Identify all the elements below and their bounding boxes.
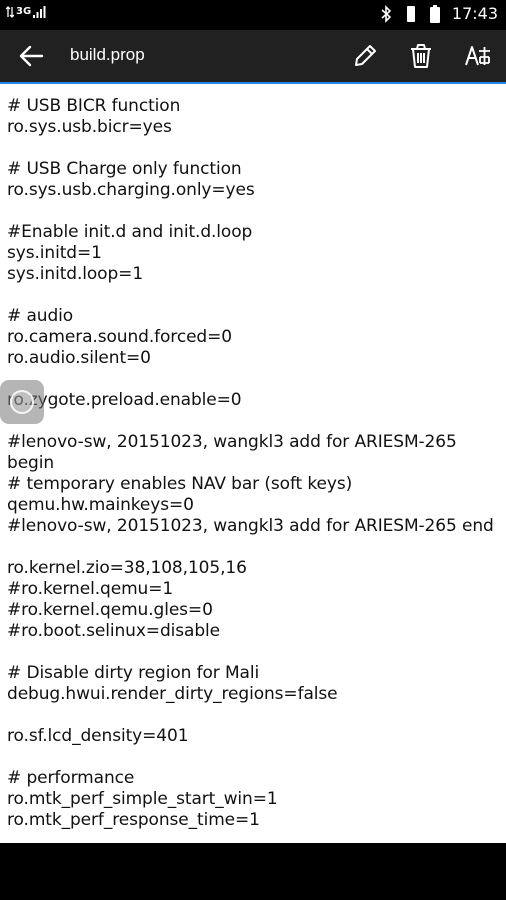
clock: 17:43 — [451, 4, 498, 23]
back-button[interactable] — [18, 44, 46, 68]
text-line: #ro.kernel.qemu=1 — [7, 579, 174, 599]
edit-button[interactable] — [352, 43, 378, 69]
text-line: # USB Charge only function — [7, 159, 242, 179]
text-line: # performance — [7, 768, 135, 788]
network-type-label: 3G — [16, 6, 32, 17]
file-title: build.prop — [70, 45, 145, 64]
status-right: 17:43 — [380, 4, 498, 24]
text-line: ro.sys.usb.charging.only=yes — [7, 180, 255, 200]
trash-icon — [411, 44, 431, 68]
text-line: #lenovo-sw, 20151023, wangkl3 add for AR… — [7, 432, 457, 452]
text-line: ro.audio.silent=0 — [7, 348, 151, 368]
text-line: begin — [7, 453, 55, 473]
text-line: #Enable init.d and init.d.loop — [7, 222, 253, 242]
text-line: #lenovo-sw, 20151023, wangkl3 add for AR… — [7, 516, 494, 536]
text-line: # Disable dirty region for Mali — [7, 663, 260, 683]
text-line: ro.camera.sound.forced=0 — [7, 327, 232, 347]
bluetooth-icon — [381, 5, 392, 23]
pencil-icon — [355, 45, 376, 66]
file-content[interactable]: # USB BICR function ro.sys.usb.bicr=yes … — [0, 84, 506, 843]
text-line: ro.mtk_perf_simple_start_win=1 — [7, 789, 278, 809]
text-line: qemu.hw.mainkeys=0 — [7, 495, 194, 515]
font-size-icon — [465, 46, 490, 66]
text-line: ro.kernel.zio=38,108,105,16 — [7, 558, 247, 578]
text-line: ro.sys.usb.bicr=yes — [7, 117, 172, 137]
data-transfer-icon — [6, 6, 14, 18]
navigation-bar — [0, 843, 506, 900]
vibrate-icon — [406, 6, 415, 22]
arrow-back-icon — [19, 45, 44, 67]
text-line: # USB BICR function — [7, 96, 181, 116]
text-line: ro.mtk_perf_response_time=1 — [7, 810, 260, 830]
text-line: ro.sf.lcd_density=401 — [7, 726, 189, 746]
battery-icon — [429, 5, 440, 23]
signal-strength-icon — [33, 6, 46, 18]
network-status: 3G — [6, 6, 47, 18]
text-line: #ro.kernel.qemu.gles=0 — [7, 600, 213, 620]
delete-button[interactable] — [408, 43, 434, 69]
font-size-button[interactable] — [465, 43, 491, 69]
app-toolbar: build.prop — [0, 30, 506, 82]
text-line: # audio — [7, 306, 74, 326]
assistive-touch-button[interactable] — [0, 380, 44, 424]
text-line: sys.initd=1 — [7, 243, 102, 263]
text-line: debug.hwui.render_dirty_regions=false — [7, 684, 338, 704]
status-bar: 3G 17:43 — [0, 0, 506, 30]
assistive-touch-icon — [10, 390, 34, 414]
text-line: sys.initd.loop=1 — [7, 264, 144, 284]
text-line: #ro.boot.selinux=disable — [7, 621, 221, 641]
text-line: # temporary enables NAV bar (soft keys) — [7, 474, 353, 494]
